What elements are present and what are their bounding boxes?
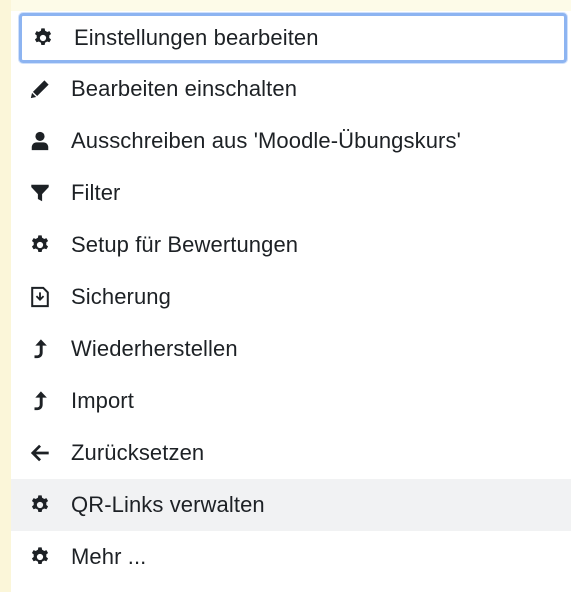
menu-item-label: Setup für Bewertungen — [71, 232, 299, 257]
page-background-strip — [0, 0, 11, 592]
pencil-icon — [29, 78, 51, 100]
gear-icon — [32, 27, 54, 49]
menu-item-label: Mehr ... — [71, 544, 147, 569]
arrow-left-icon — [29, 442, 51, 464]
menu-item-label: Ausschreiben aus 'Moodle-Übungskurs' — [71, 128, 461, 153]
file-icon — [29, 286, 51, 308]
menu-item-manage-qr-links[interactable]: QR-Links verwalten — [11, 479, 571, 531]
gear-icon — [29, 494, 51, 516]
menu-item-label: QR-Links verwalten — [71, 492, 265, 517]
menu-item-label: Bearbeiten einschalten — [71, 76, 298, 101]
menu-item-label: Sicherung — [71, 284, 171, 309]
menu-item-backup[interactable]: Sicherung — [11, 271, 571, 323]
level-up-icon — [29, 338, 51, 360]
menu-item-restore[interactable]: Wiederherstellen — [11, 323, 571, 375]
menu-item-reset[interactable]: Zurücksetzen — [11, 427, 571, 479]
menu-item-label: Wiederherstellen — [71, 336, 238, 361]
course-settings-menu: Einstellungen bearbeiten Bearbeiten eins… — [11, 11, 571, 592]
menu-item-turn-editing-on[interactable]: Bearbeiten einschalten — [11, 63, 571, 115]
menu-item-label: Einstellungen bearbeiten — [74, 25, 319, 50]
menu-item-import[interactable]: Import — [11, 375, 571, 427]
gear-icon — [29, 546, 51, 568]
menu-item-label: Filter — [71, 180, 121, 205]
menu-item-more[interactable]: Mehr ... — [11, 531, 571, 583]
menu-item-label: Import — [71, 388, 134, 413]
gear-icon — [29, 234, 51, 256]
level-up-icon — [29, 390, 51, 412]
user-icon — [29, 130, 51, 152]
filter-icon — [29, 182, 51, 204]
menu-item-label: Zurücksetzen — [71, 440, 205, 465]
menu-item-gradebook-setup[interactable]: Setup für Bewertungen — [11, 219, 571, 271]
menu-item-filter[interactable]: Filter — [11, 167, 571, 219]
menu-item-unenrol[interactable]: Ausschreiben aus 'Moodle-Übungskurs' — [11, 115, 571, 167]
menu-item-edit-settings[interactable]: Einstellungen bearbeiten — [19, 13, 567, 63]
